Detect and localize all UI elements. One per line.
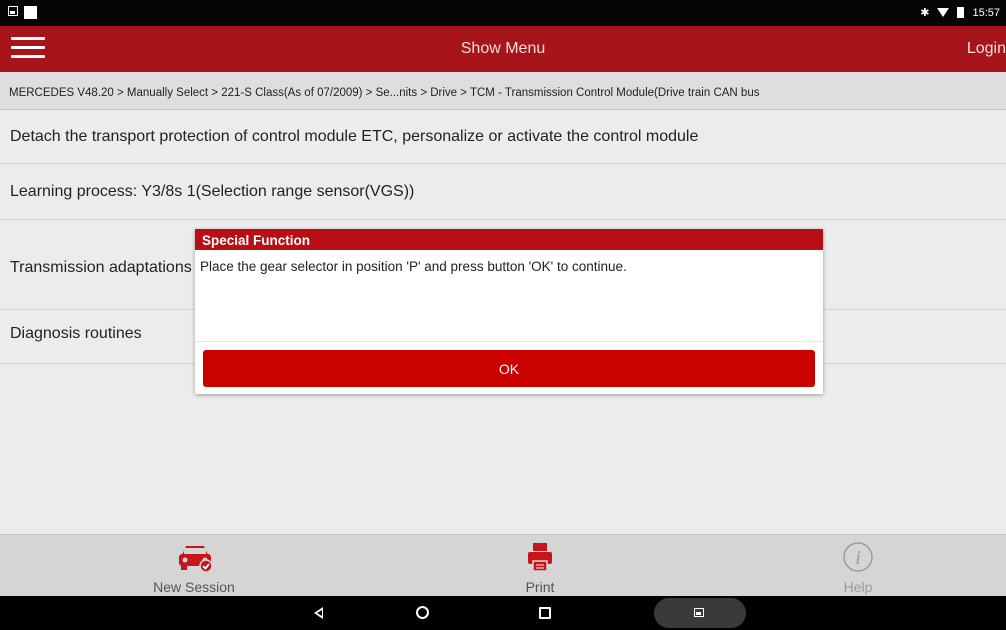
back-icon[interactable] [300, 596, 340, 630]
dialog-message: Place the gear selector in position 'P' … [195, 250, 823, 342]
bottom-toolbar: New Session Print i Help [0, 534, 1006, 597]
print-label: Print [525, 579, 555, 595]
special-function-dialog: Special Function Place the gear selector… [195, 229, 823, 394]
recent-apps-icon[interactable] [525, 596, 565, 630]
screenshot-shortcut-button[interactable] [654, 598, 746, 628]
dialog-title: Special Function [195, 229, 823, 250]
svg-text:i: i [855, 547, 861, 569]
help-button[interactable]: i Help [758, 535, 958, 597]
new-session-label: New Session [153, 579, 235, 595]
ok-button[interactable]: OK [203, 350, 815, 387]
print-button[interactable]: Print [440, 535, 640, 597]
screenshot-icon [694, 608, 704, 617]
printer-icon [528, 543, 552, 572]
help-label: Help [843, 579, 873, 595]
new-session-button[interactable]: New Session [94, 535, 294, 597]
home-icon[interactable] [403, 596, 443, 630]
info-icon: i [843, 542, 873, 572]
system-nav-bar [0, 596, 1006, 630]
car-check-icon [179, 546, 213, 573]
